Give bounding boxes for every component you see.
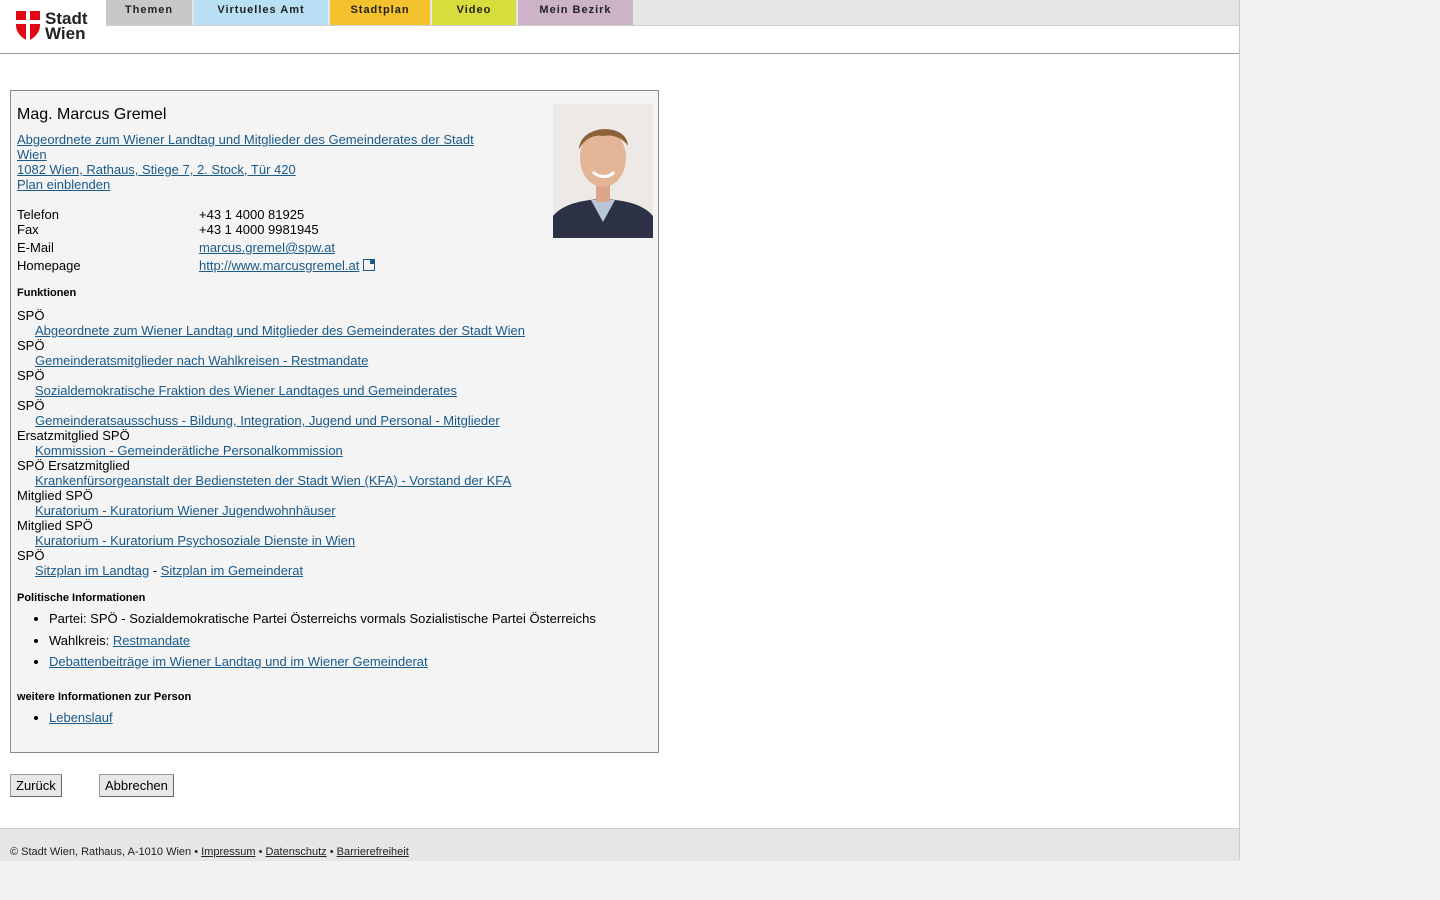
nav-tab-mein-bezirk[interactable]: Mein Bezirk xyxy=(518,0,633,25)
footer-separator: • xyxy=(255,846,266,858)
political-title: Politische Informationen xyxy=(17,592,146,604)
cancel-button[interactable]: Abbrechen xyxy=(99,774,174,797)
email-link[interactable]: marcus.gremel@spw.at xyxy=(199,240,335,255)
function-party: SPÖ xyxy=(17,398,45,413)
function-party: Mitglied SPÖ xyxy=(17,518,93,533)
function-party: SPÖ Ersatzmitglied xyxy=(17,458,130,473)
datenschutz-link[interactable]: Datenschutz xyxy=(265,846,326,858)
sitzplan-landtag-link[interactable]: Sitzplan im Landtag xyxy=(35,563,149,578)
contact-label: E-Mail xyxy=(17,240,54,255)
back-button[interactable]: Zurück xyxy=(10,774,62,797)
person-card: Mag. Marcus Gremel Abgeordnete zum Wiene… xyxy=(10,90,659,753)
homepage-link[interactable]: http://www.marcusgremel.at xyxy=(199,258,359,273)
contact-value: +43 1 4000 81925 xyxy=(199,207,305,222)
footer-copyright: © Stadt Wien, Rathaus, A-1010 Wien • xyxy=(10,846,202,858)
wahlkreis-label: Wahlkreis: xyxy=(49,632,113,648)
logo-line-2: Wien xyxy=(45,24,86,43)
footer-separator: • xyxy=(326,846,337,858)
wien-shield-icon xyxy=(16,11,40,41)
barrierefreiheit-link[interactable]: Barrierefreiheit xyxy=(337,846,409,858)
seating-party: SPÖ xyxy=(17,548,45,563)
function-link[interactable]: Kommission - Gemeinderätliche Personalko… xyxy=(35,443,343,458)
impressum-link[interactable]: Impressum xyxy=(201,846,255,858)
nav-tab-virtuelles-amt[interactable]: Virtuelles Amt xyxy=(194,0,328,25)
wahlkreis-item: Wahlkreis: Restmandate xyxy=(49,633,596,655)
function-link[interactable]: Krankenfürsorgeanstalt der Bediensteten … xyxy=(35,473,511,488)
main-nav: Themen Virtuelles Amt Stadtplan Video Me… xyxy=(106,0,1239,26)
function-link[interactable]: Kuratorium - Kuratorium Psychosoziale Di… xyxy=(35,533,355,548)
org-link[interactable]: Abgeordnete zum Wiener Landtag und Mitgl… xyxy=(17,132,487,162)
contact-label: Homepage xyxy=(17,258,81,273)
more-info-title: weitere Informationen zur Person xyxy=(17,691,192,703)
footer: © Stadt Wien, Rathaus, A-1010 Wien • Imp… xyxy=(0,828,1239,861)
seating-links: Sitzplan im Landtag - Sitzplan im Gemein… xyxy=(35,563,525,578)
debates-link[interactable]: Debattenbeiträge im Wiener Landtag und i… xyxy=(49,654,428,669)
party-item: Partei: SPÖ - Sozialdemokratische Partei… xyxy=(49,611,596,633)
org-link-line2: Wien xyxy=(17,147,47,162)
plan-link[interactable]: Plan einblenden xyxy=(17,177,487,192)
function-party: SPÖ xyxy=(17,368,45,383)
more-info-list: Lebenslauf xyxy=(17,710,113,732)
homepage-value: http://www.marcusgremel.at xyxy=(199,258,376,273)
org-link-line1: Abgeordnete zum Wiener Landtag und Mitgl… xyxy=(17,132,474,147)
external-link-icon xyxy=(363,259,376,271)
nav-tab-stadtplan[interactable]: Stadtplan xyxy=(330,0,430,25)
contact-label: Telefon xyxy=(17,207,59,222)
contact-value: +43 1 4000 9981945 xyxy=(199,222,319,237)
function-link[interactable]: Kuratorium - Kuratorium Wiener Jugendwoh… xyxy=(35,503,336,518)
function-link[interactable]: Gemeinderatsmitglieder nach Wahlkreisen … xyxy=(35,353,368,368)
seating-separator: - xyxy=(149,563,161,578)
political-list: Partei: SPÖ - Sozialdemokratische Partei… xyxy=(17,611,596,676)
contact-label: Fax xyxy=(17,222,39,237)
page: Stadt Wien Themen Virtuelles Amt Stadtpl… xyxy=(0,0,1240,861)
sitzplan-gemeinderat-link[interactable]: Sitzplan im Gemeinderat xyxy=(161,563,303,578)
functions-list: SPÖ Abgeordnete zum Wiener Landtag und M… xyxy=(17,308,525,578)
function-party: SPÖ xyxy=(17,308,45,323)
function-link[interactable]: Gemeinderatsausschuss - Bildung, Integra… xyxy=(35,413,500,428)
function-link[interactable]: Sozialdemokratische Fraktion des Wiener … xyxy=(35,383,457,398)
logo-text: Stadt Wien xyxy=(45,10,88,43)
function-party: Mitglied SPÖ xyxy=(17,488,93,503)
function-party: SPÖ xyxy=(17,338,45,353)
function-link[interactable]: Abgeordnete zum Wiener Landtag und Mitgl… xyxy=(35,323,525,338)
cv-link[interactable]: Lebenslauf xyxy=(49,710,113,725)
functions-title: Funktionen xyxy=(17,287,77,299)
nav-tab-themen[interactable]: Themen xyxy=(106,0,192,25)
cv-item: Lebenslauf xyxy=(49,710,113,732)
footer-line: © Stadt Wien, Rathaus, A-1010 Wien • Imp… xyxy=(10,846,409,858)
site-header: Stadt Wien Themen Virtuelles Amt Stadtpl… xyxy=(0,0,1239,54)
nav-tab-video[interactable]: Video xyxy=(432,0,516,25)
person-photo xyxy=(553,104,653,238)
function-party: Ersatzmitglied SPÖ xyxy=(17,428,130,443)
address-link[interactable]: 1082 Wien, Rathaus, Stiege 7, 2. Stock, … xyxy=(17,162,487,177)
wahlkreis-link[interactable]: Restmandate xyxy=(113,633,190,648)
address-block: Abgeordnete zum Wiener Landtag und Mitgl… xyxy=(17,132,487,192)
person-name: Mag. Marcus Gremel xyxy=(17,106,167,123)
stadt-wien-logo[interactable]: Stadt Wien xyxy=(16,9,96,43)
debates-item: Debattenbeiträge im Wiener Landtag und i… xyxy=(49,654,596,676)
